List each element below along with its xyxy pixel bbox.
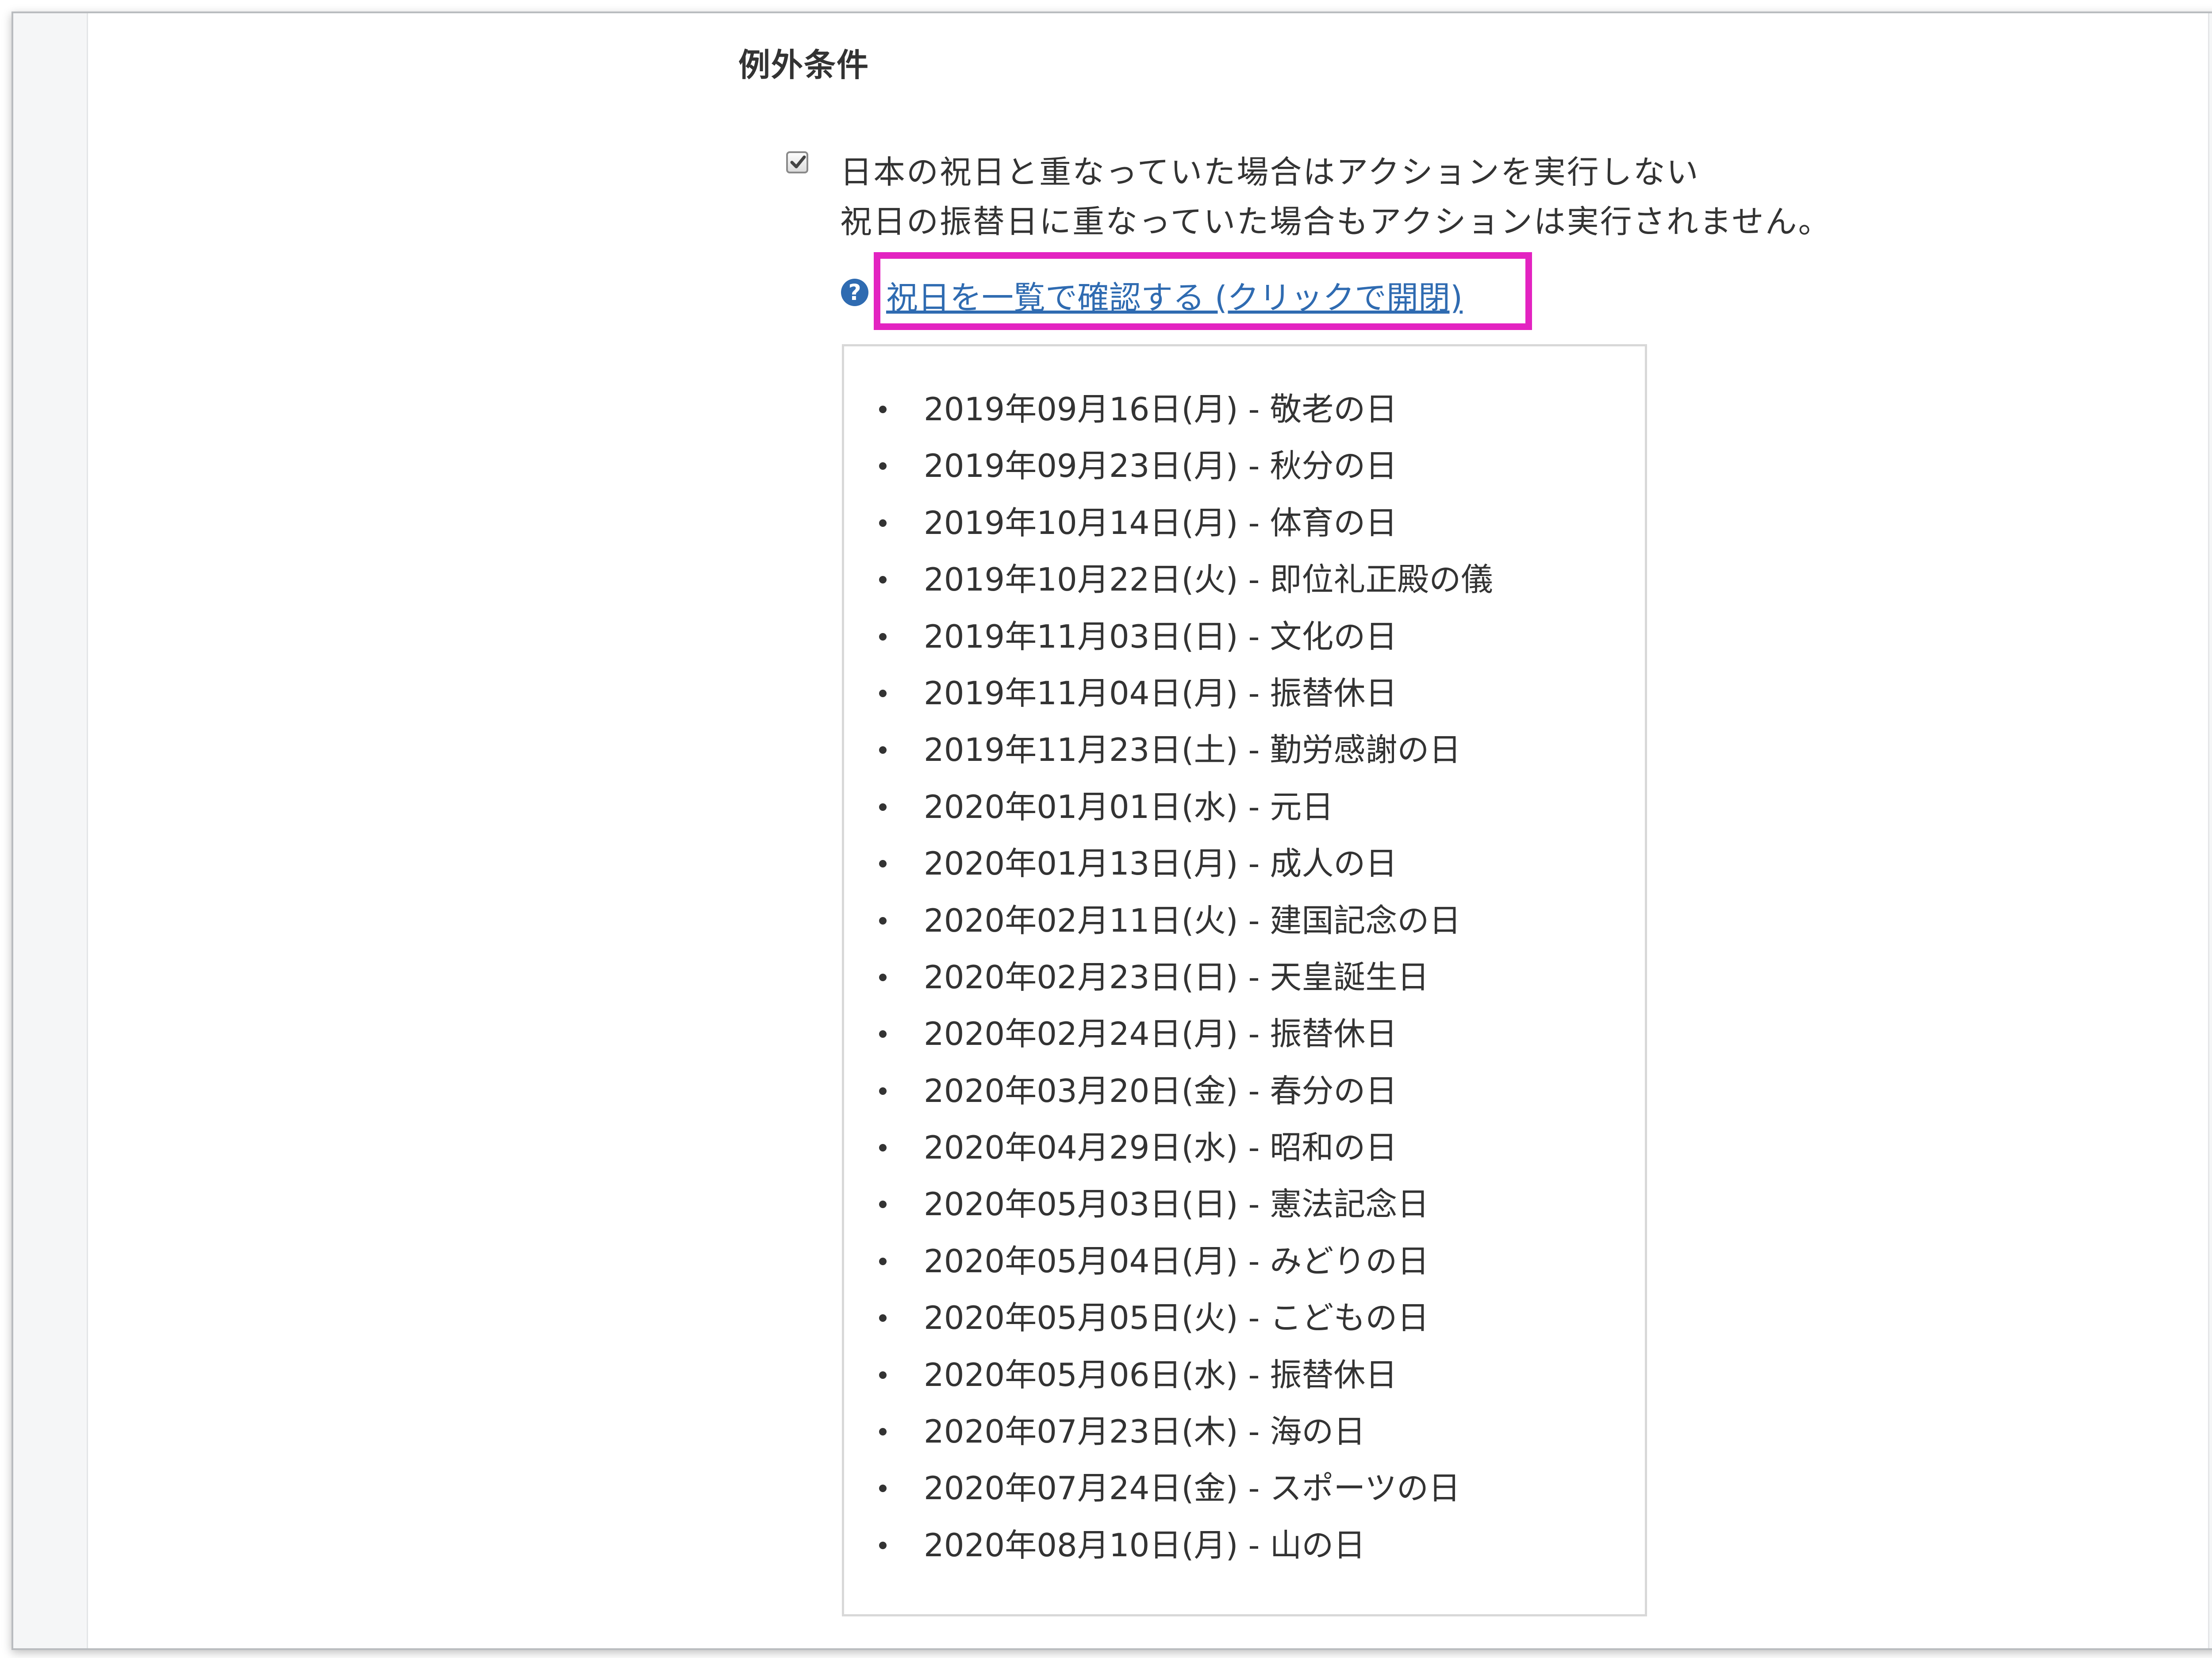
- holiday-list-item: 2020年07月24日(金) - スポーツの日: [844, 1460, 1493, 1516]
- holiday-list-item: 2020年02月24日(月) - 振替休日: [844, 1006, 1493, 1062]
- holiday-text: 2020年02月11日(火) - 建国記念の日: [924, 902, 1461, 939]
- bullet-icon: [879, 860, 887, 868]
- holiday-text: 2019年11月23日(土) - 勤労感謝の日: [924, 731, 1461, 769]
- holiday-text: 2020年07月24日(金) - スポーツの日: [924, 1470, 1460, 1507]
- bullet-icon: [879, 1371, 887, 1379]
- holiday-text: 2020年05月06日(水) - 振替休日: [924, 1356, 1398, 1393]
- holiday-list-item: 2020年01月13日(月) - 成人の日: [844, 835, 1493, 892]
- bullet-icon: [879, 576, 887, 584]
- holiday-list-item: 2020年05月03日(日) - 憲法記念日: [844, 1176, 1493, 1232]
- holiday-list-item: 2020年02月23日(日) - 天皇誕生日: [844, 949, 1493, 1006]
- skip-holidays-label[interactable]: 日本の祝日と重なっていた場合はアクションを実行しない: [840, 146, 1700, 192]
- bullet-icon: [879, 1201, 887, 1209]
- holiday-list-item: 2019年09月16日(月) - 敬老の日: [844, 381, 1493, 438]
- bullet-icon: [879, 1087, 887, 1095]
- bullet-icon: [879, 1257, 887, 1265]
- holiday-text: 2020年02月23日(日) - 天皇誕生日: [924, 958, 1429, 996]
- holiday-text: 2019年09月16日(月) - 敬老の日: [924, 391, 1398, 428]
- bullet-icon: [879, 1485, 887, 1493]
- bullet-icon: [879, 973, 887, 981]
- holiday-list-item: 2020年08月10日(月) - 山の日: [844, 1517, 1493, 1574]
- bullet-icon: [879, 1314, 887, 1322]
- bullet-icon: [879, 689, 887, 697]
- holiday-list-item: 2020年03月20日(金) - 春分の日: [844, 1063, 1493, 1119]
- question-circle-icon: ?: [841, 279, 868, 306]
- holiday-text: 2020年05月05日(火) - こどもの日: [924, 1299, 1429, 1337]
- holiday-list-item: 2019年11月23日(土) - 勤労感謝の日: [844, 722, 1493, 778]
- holiday-text: 2019年09月23日(月) - 秋分の日: [924, 447, 1398, 485]
- holiday-list-item: 2020年02月11日(火) - 建国記念の日: [844, 892, 1493, 949]
- holiday-text: 2019年11月03日(日) - 文化の日: [924, 618, 1398, 655]
- holiday-list-item: 2020年07月23日(木) - 海の日: [844, 1403, 1493, 1460]
- bullet-icon: [879, 633, 887, 641]
- bullet-icon: [879, 803, 887, 811]
- bullet-icon: [879, 1428, 887, 1436]
- section-title: 例外条件: [738, 46, 870, 84]
- holiday-text: 2020年08月10日(月) - 山の日: [924, 1526, 1366, 1564]
- holiday-text: 2020年05月04日(月) - みどりの日: [924, 1242, 1429, 1280]
- holiday-list-item: 2020年04月29日(水) - 昭和の日: [844, 1119, 1493, 1176]
- holiday-list: 2019年09月16日(月) - 敬老の日 2019年09月23日(月) - 秋分…: [844, 381, 1493, 1574]
- holiday-list-item: 2019年11月04日(月) - 振替休日: [844, 665, 1493, 722]
- skip-holidays-checkbox[interactable]: [786, 151, 808, 173]
- holiday-list-toggle-link[interactable]: 祝日を一覧で確認する (クリックで開閉): [886, 272, 1463, 318]
- holiday-text: 2020年07月23日(木) - 海の日: [924, 1413, 1366, 1451]
- bullet-icon: [879, 519, 887, 527]
- holiday-list-item: 2020年05月05日(火) - こどもの日: [844, 1290, 1493, 1346]
- holiday-text: 2020年04月29日(水) - 昭和の日: [924, 1129, 1398, 1167]
- bullet-icon: [879, 1541, 887, 1549]
- holiday-text: 2020年05月03日(日) - 憲法記念日: [924, 1186, 1429, 1223]
- settings-panel: 例外条件 日本の祝日と重なっていた場合はアクションを実行しない 祝日の振替日に重…: [87, 13, 2209, 1648]
- bullet-icon: [879, 462, 887, 470]
- bullet-icon: [879, 1144, 887, 1152]
- skip-holidays-note: 祝日の振替日に重なっていた場合もアクションは実行されません。: [840, 203, 1832, 240]
- window-frame: 例外条件 日本の祝日と重なっていた場合はアクションを実行しない 祝日の振替日に重…: [12, 12, 2212, 1650]
- bullet-icon: [879, 917, 887, 925]
- holiday-text: 2019年11月04日(月) - 振替休日: [924, 674, 1398, 712]
- holiday-list-panel: 2019年09月16日(月) - 敬老の日 2019年09月23日(月) - 秋分…: [842, 344, 1647, 1616]
- bullet-icon: [879, 746, 887, 754]
- holiday-list-item: 2019年10月22日(火) - 即位礼正殿の儀: [844, 551, 1493, 608]
- holiday-text: 2020年02月24日(月) - 振替休日: [924, 1015, 1398, 1053]
- holiday-text: 2020年03月20日(金) - 春分の日: [924, 1072, 1398, 1109]
- holiday-list-item: 2020年01月01日(水) - 元日: [844, 779, 1493, 835]
- holiday-list-item: 2019年10月14日(月) - 体育の日: [844, 495, 1493, 551]
- holiday-list-item: 2019年09月23日(月) - 秋分の日: [844, 438, 1493, 494]
- holiday-list-item: 2019年11月03日(日) - 文化の日: [844, 608, 1493, 665]
- holiday-text: 2020年01月01日(水) - 元日: [924, 788, 1334, 825]
- holiday-list-item: 2020年05月04日(月) - みどりの日: [844, 1233, 1493, 1290]
- holiday-text: 2020年01月13日(月) - 成人の日: [924, 845, 1398, 883]
- holiday-list-item: 2020年05月06日(水) - 振替休日: [844, 1347, 1493, 1403]
- holiday-text: 2019年10月14日(月) - 体育の日: [924, 504, 1398, 541]
- holiday-text: 2019年10月22日(火) - 即位礼正殿の儀: [924, 561, 1493, 599]
- bullet-icon: [879, 1030, 887, 1038]
- bullet-icon: [879, 406, 887, 413]
- checkmark-icon: [790, 155, 806, 169]
